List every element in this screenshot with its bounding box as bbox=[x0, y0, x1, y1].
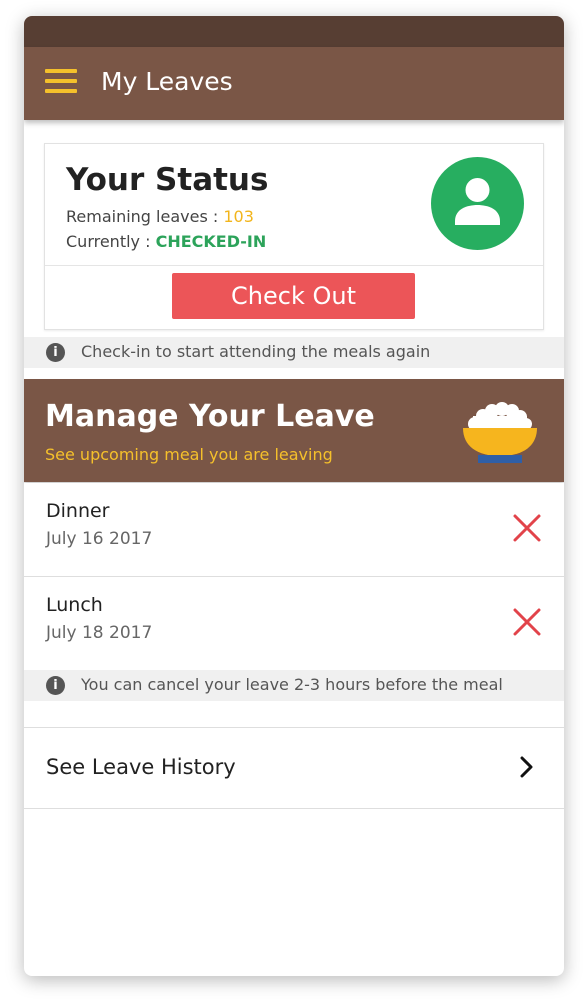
user-icon bbox=[431, 157, 524, 250]
leave-history-link[interactable]: See Leave History bbox=[24, 727, 564, 809]
phone-screen: My Leaves Your Status Remaining leaves :… bbox=[24, 16, 564, 976]
status-badge: CHECKED-IN bbox=[155, 232, 267, 251]
list-item: Dinner July 16 2017 bbox=[24, 483, 564, 577]
leave-history-label: See Leave History bbox=[46, 755, 236, 779]
chevron-right-icon bbox=[520, 756, 533, 778]
status-bar bbox=[24, 16, 564, 47]
menu-icon[interactable] bbox=[45, 69, 77, 99]
page-title: My Leaves bbox=[101, 67, 233, 96]
remaining-leaves-label: Remaining leaves : bbox=[66, 207, 224, 226]
meal-name: Dinner bbox=[46, 500, 110, 522]
list-item: Lunch July 18 2017 bbox=[24, 577, 564, 671]
meal-date: July 16 2017 bbox=[46, 529, 153, 549]
app-bar: My Leaves bbox=[24, 47, 564, 120]
info-icon: i bbox=[46, 676, 65, 695]
current-status: Currently : CHECKED-IN bbox=[66, 232, 266, 251]
checkin-info-bar: i Check-in to start attending the meals … bbox=[24, 337, 564, 368]
meal-name: Lunch bbox=[46, 594, 103, 616]
info-icon: i bbox=[46, 343, 65, 362]
manage-leave-header: Manage Your Leave See upcoming meal you … bbox=[24, 379, 564, 482]
status-card: Your Status Remaining leaves : 103 Curre… bbox=[44, 143, 544, 330]
checkin-info-text: Check-in to start attending the meals ag… bbox=[81, 342, 431, 361]
rice-bowl-icon bbox=[463, 402, 537, 463]
manage-leave-title: Manage Your Leave bbox=[45, 399, 375, 434]
cancel-info-text: You can cancel your leave 2-3 hours befo… bbox=[81, 675, 503, 694]
close-icon[interactable] bbox=[510, 605, 544, 639]
remaining-leaves-count: 103 bbox=[223, 207, 254, 226]
current-status-label: Currently : bbox=[66, 232, 156, 251]
close-icon[interactable] bbox=[510, 511, 544, 545]
manage-leave-subtitle: See upcoming meal you are leaving bbox=[45, 445, 333, 464]
meal-date: July 18 2017 bbox=[46, 623, 153, 643]
cancel-info-bar: i You can cancel your leave 2-3 hours be… bbox=[24, 670, 564, 701]
card-divider bbox=[45, 265, 543, 266]
remaining-leaves: Remaining leaves : 103 bbox=[66, 207, 254, 226]
status-title: Your Status bbox=[66, 162, 269, 198]
check-out-button[interactable]: Check Out bbox=[172, 273, 415, 319]
